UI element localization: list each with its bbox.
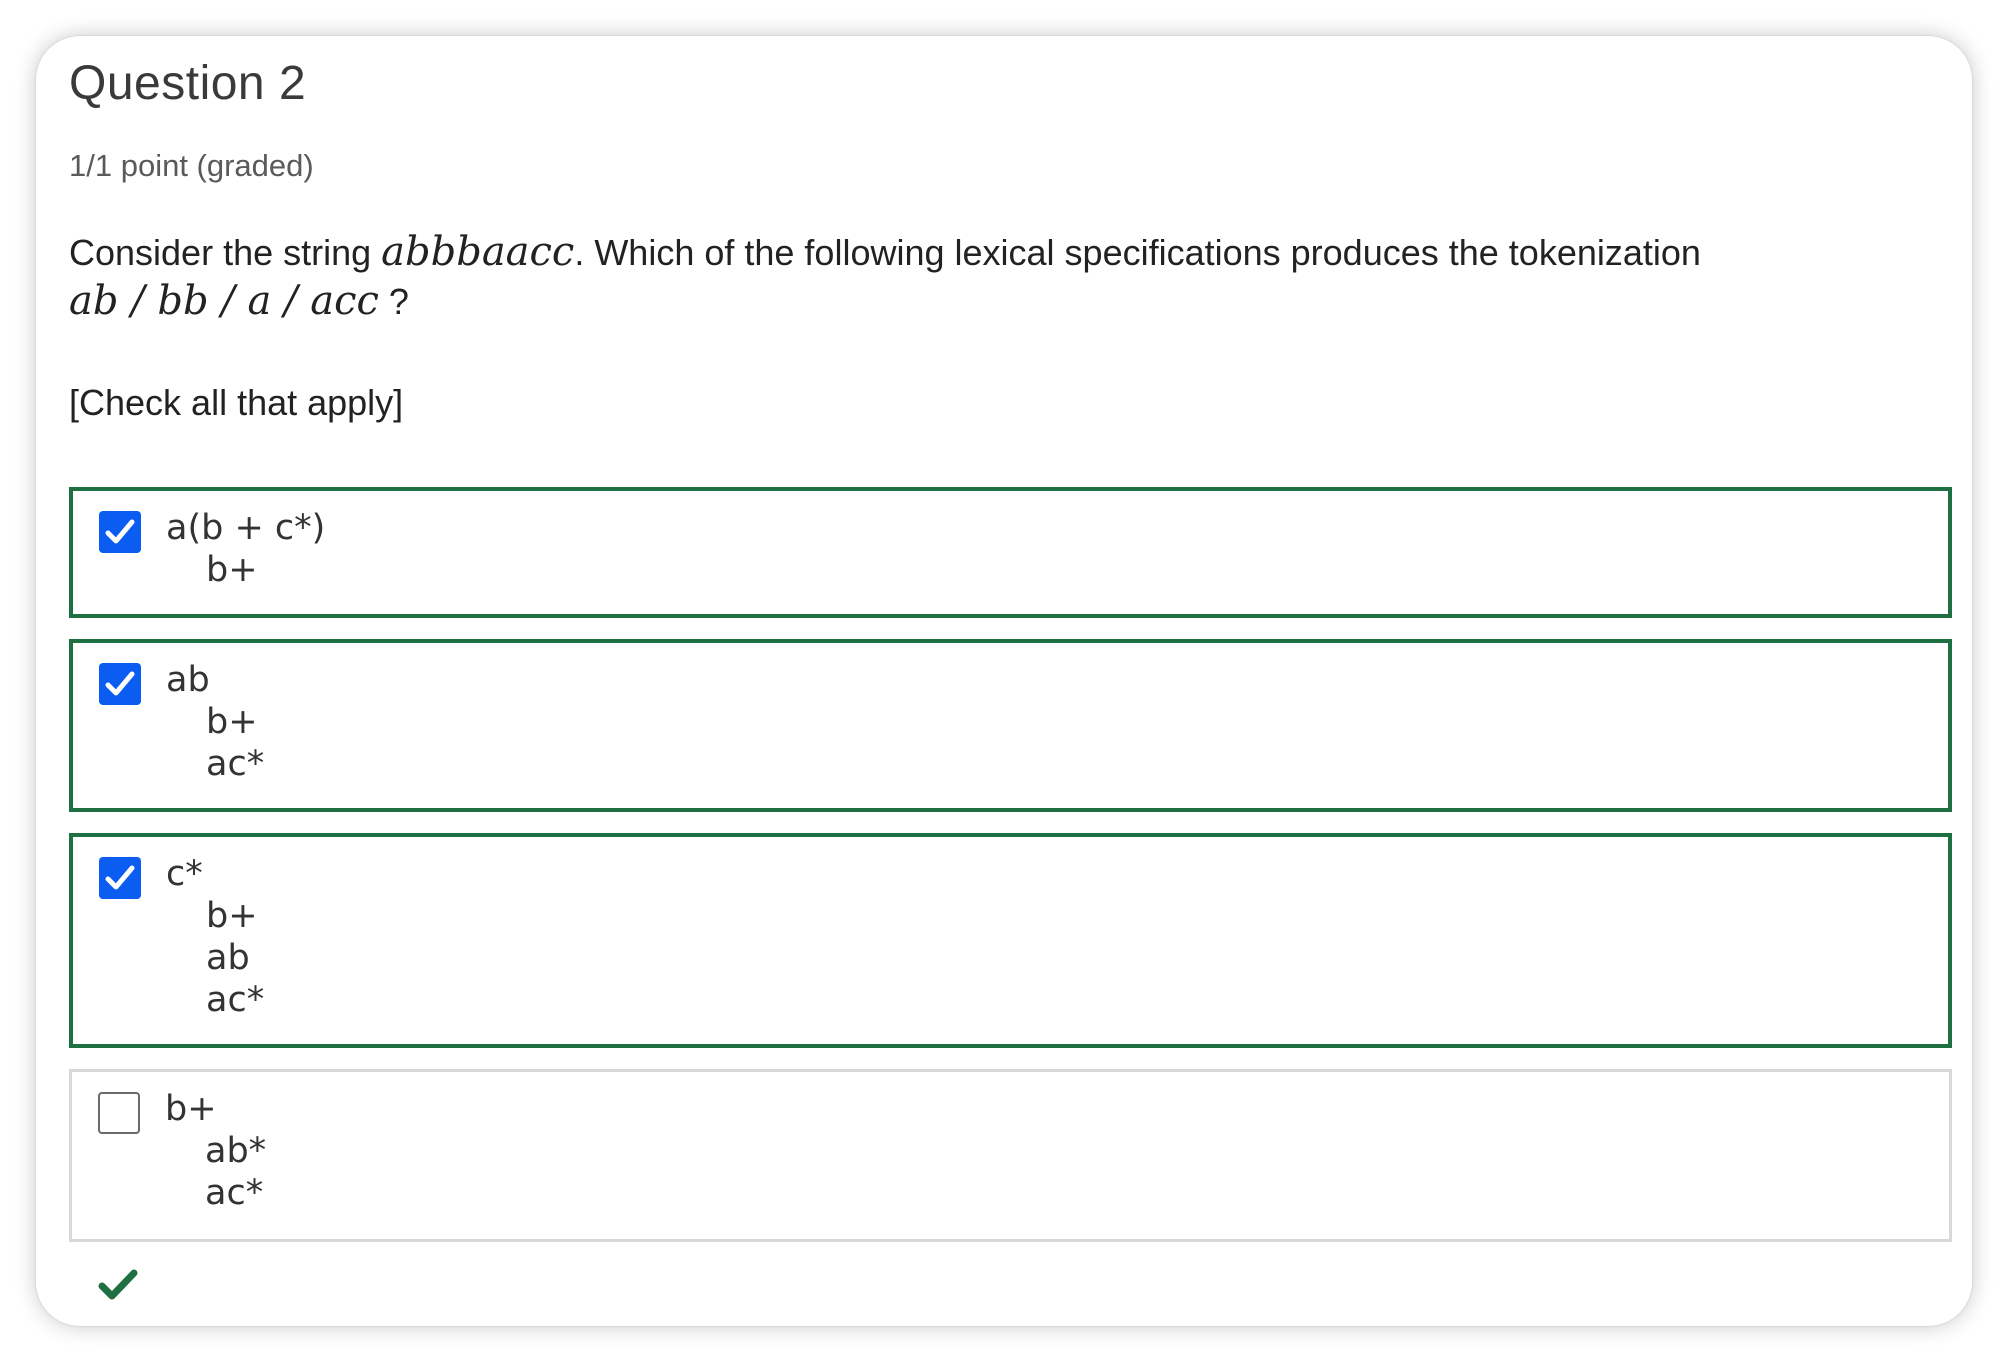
question-prompt: Consider the string abbbaacc. Which of t… [69, 228, 1929, 326]
checkbox-checked[interactable] [99, 857, 141, 899]
choice-option-2[interactable]: ab b+ ac* [69, 639, 1952, 812]
choice-option-3[interactable]: c* b+ ab ac* [69, 833, 1952, 1048]
choice-line: b+ [165, 1089, 217, 1129]
choice-option-4[interactable]: b+ ab* ac* [69, 1069, 1952, 1242]
choice-line: ab* [205, 1131, 267, 1171]
choice-line: ac* [206, 980, 265, 1020]
check-icon [105, 671, 135, 696]
choice-label: a(b + c*) b+ [166, 507, 325, 591]
prompt-text-before: Consider the string [69, 232, 382, 273]
problem-card: Question 2 1/1 point (graded) Consider t… [36, 36, 1972, 1326]
checkbox-checked[interactable] [99, 663, 141, 705]
choice-line: c* [166, 854, 203, 894]
choice-label: b+ ab* ac* [165, 1088, 266, 1214]
choice-line: b+ [206, 896, 258, 936]
choice-option-1[interactable]: a(b + c*) b+ [69, 487, 1952, 618]
choice-line: a(b + c*) [166, 508, 326, 548]
choice-line: b+ [206, 550, 258, 590]
choice-line: ab [166, 660, 210, 700]
tokenization-math: ab / bb / a / acc [69, 278, 379, 324]
choice-label: ab b+ ac* [166, 659, 264, 785]
question-title: Question 2 [69, 57, 307, 110]
choice-line: b+ [206, 702, 258, 742]
choice-line: ab [206, 938, 250, 978]
choice-line: ac* [206, 744, 265, 784]
checkbox-checked[interactable] [99, 511, 141, 553]
checkmark-icon [98, 1269, 138, 1300]
choice-label: c* b+ ab ac* [166, 853, 264, 1021]
choice-line: ac* [205, 1173, 264, 1213]
prompt-text-after: . Which of the following lexical specifi… [574, 232, 1701, 273]
points-label: 1/1 point (graded) [69, 148, 314, 183]
prompt-string-math: abbbaacc [381, 229, 575, 275]
checkbox-unchecked[interactable] [98, 1092, 140, 1134]
check-icon [105, 519, 135, 544]
check-icon [105, 865, 135, 890]
instruction-text: [Check all that apply] [69, 382, 404, 423]
prompt-question-mark: ? [378, 281, 409, 322]
